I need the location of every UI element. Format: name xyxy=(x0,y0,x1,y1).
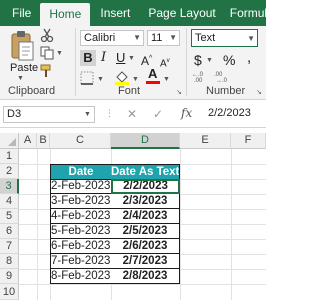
tab-home[interactable]: Home xyxy=(40,3,91,26)
name-box-value: D3 xyxy=(7,108,22,120)
column-header-c[interactable]: C xyxy=(50,133,111,149)
formula-bar: D3 ▼ ⋮ ✕ ✓ fx 2/2/2023 xyxy=(0,100,266,128)
cut-icon[interactable] xyxy=(40,28,54,47)
tab-insert[interactable]: Insert xyxy=(90,0,140,26)
date-cell[interactable]: 3-Feb-2023 xyxy=(50,194,112,209)
ribbon-home: Paste ▼ ▼ Clipboard Calibri ▼ 11 ▼ B I U… xyxy=(0,26,266,100)
font-name-value: Calibri xyxy=(84,32,116,44)
comma-style-icon[interactable]: , xyxy=(247,50,251,65)
chevron-down-icon: ▼ xyxy=(169,33,177,42)
paste-icon xyxy=(11,31,34,61)
number-format-dropdown[interactable]: Text ▼ xyxy=(191,29,258,47)
table-header-date[interactable]: Date xyxy=(50,164,112,180)
paste-dropdown-icon[interactable]: ▼ xyxy=(17,75,24,82)
copy-icon[interactable] xyxy=(40,46,54,65)
column-header-a[interactable]: A xyxy=(19,133,37,149)
column-header-e[interactable]: E xyxy=(180,133,231,149)
number-group-label: Number xyxy=(206,85,246,97)
group-separator xyxy=(186,28,187,96)
name-box-dropdown-icon[interactable]: ▼ xyxy=(84,111,91,118)
tab-page-layout[interactable]: Page Layout xyxy=(140,0,223,26)
date-cell[interactable]: 2-Feb-2023 xyxy=(50,180,112,194)
paste-button[interactable] xyxy=(8,30,36,66)
svg-text:→.0: →.0 xyxy=(216,78,228,83)
borders-dropdown-icon[interactable]: ▼ xyxy=(97,76,104,83)
paste-label[interactable]: Paste xyxy=(10,62,38,74)
date-as-text-cell[interactable]: 2/7/2023 xyxy=(111,254,180,269)
percent-style-button[interactable]: % xyxy=(223,53,235,67)
chevron-down-icon: ▼ xyxy=(247,34,255,43)
font-color-dropdown-icon[interactable]: ▼ xyxy=(163,76,170,83)
tab-formulas[interactable]: Formulas xyxy=(224,0,286,26)
date-cell[interactable]: 8-Feb-2023 xyxy=(50,269,112,284)
accounting-dropdown-icon[interactable]: ▼ xyxy=(206,57,213,64)
borders-icon[interactable] xyxy=(80,71,94,90)
svg-text:.00: .00 xyxy=(194,78,203,83)
row-header-4[interactable]: 4 xyxy=(0,194,19,209)
font-name-dropdown[interactable]: Calibri ▼ xyxy=(80,30,144,46)
insert-function-icon[interactable]: fx xyxy=(181,106,192,120)
underline-dropdown-icon[interactable]: ▼ xyxy=(128,55,135,62)
column-header-f[interactable]: F xyxy=(231,133,266,149)
row-header-1[interactable]: 1 xyxy=(0,149,19,164)
clipboard-group-label: Clipboard xyxy=(8,85,56,97)
row-header-6[interactable]: 6 xyxy=(0,224,19,239)
date-cell[interactable]: 5-Feb-2023 xyxy=(50,224,112,239)
number-format-value: Text xyxy=(195,32,216,44)
fill-color-dropdown-icon[interactable]: ▼ xyxy=(132,76,139,83)
font-group-label: Font xyxy=(118,85,141,97)
column-header-b[interactable]: B xyxy=(37,133,50,149)
copy-dropdown-icon[interactable]: ▼ xyxy=(56,50,63,57)
font-color-bar xyxy=(146,81,160,84)
date-cell[interactable]: 6-Feb-2023 xyxy=(50,239,112,254)
date-as-text-cell[interactable]: 2/8/2023 xyxy=(111,269,180,284)
format-painter-icon[interactable] xyxy=(40,64,54,83)
number-dialog-launcher-icon[interactable]: ↘ xyxy=(256,88,262,96)
table-header-date-as-text[interactable]: Date As Text xyxy=(111,164,180,180)
confirm-entry-icon[interactable]: ✓ xyxy=(153,107,163,121)
row-header-5[interactable]: 5 xyxy=(0,209,19,224)
italic-button[interactable]: I xyxy=(101,51,106,65)
font-dialog-launcher-icon[interactable]: ↘ xyxy=(176,88,182,96)
date-as-text-cell[interactable]: 2/6/2023 xyxy=(111,239,180,254)
font-size-dropdown[interactable]: 11 ▼ xyxy=(147,30,180,46)
cancel-entry-icon[interactable]: ✕ xyxy=(127,107,137,121)
date-as-text-cell[interactable]: 2/4/2023 xyxy=(111,209,180,224)
date-cell[interactable]: 4-Feb-2023 xyxy=(50,209,112,224)
date-cell[interactable]: 7-Feb-2023 xyxy=(50,254,112,269)
font-color-button[interactable]: A xyxy=(145,67,161,84)
font-color-letter: A xyxy=(148,66,158,81)
row-header-10[interactable]: 10 xyxy=(0,284,19,300)
date-as-text-cell[interactable]: 2/5/2023 xyxy=(111,224,180,239)
column-header-d[interactable]: D xyxy=(111,133,180,149)
ribbon-tab-bar: File Home Insert Page Layout Formulas xyxy=(0,0,280,26)
group-separator xyxy=(75,28,76,96)
chevron-down-icon: ▼ xyxy=(133,33,141,42)
row-header-8[interactable]: 8 xyxy=(0,254,19,269)
row-header-9[interactable]: 9 xyxy=(0,269,19,284)
formula-bar-grip-icon[interactable]: ⋮ xyxy=(105,108,114,119)
select-all-button[interactable] xyxy=(0,133,19,149)
row-header-7[interactable]: 7 xyxy=(0,239,19,254)
formula-input[interactable]: 2/2/2023 xyxy=(208,107,251,119)
gridline xyxy=(19,284,266,285)
bold-button[interactable]: B xyxy=(80,50,96,66)
name-box[interactable]: D3 xyxy=(3,106,95,123)
tab-file[interactable]: File xyxy=(0,0,40,26)
accounting-format-button[interactable]: $ xyxy=(194,53,202,67)
row-header-3[interactable]: 3 xyxy=(0,179,19,194)
row-header-2[interactable]: 2 xyxy=(0,164,19,179)
font-size-shrink-icon[interactable]: Av xyxy=(160,54,170,71)
date-as-text-cell[interactable]: 2/2/2023 xyxy=(111,179,180,194)
date-as-text-cell[interactable]: 2/3/2023 xyxy=(111,194,180,209)
font-size-value: 11 xyxy=(151,32,163,44)
underline-button[interactable]: U xyxy=(116,51,125,65)
